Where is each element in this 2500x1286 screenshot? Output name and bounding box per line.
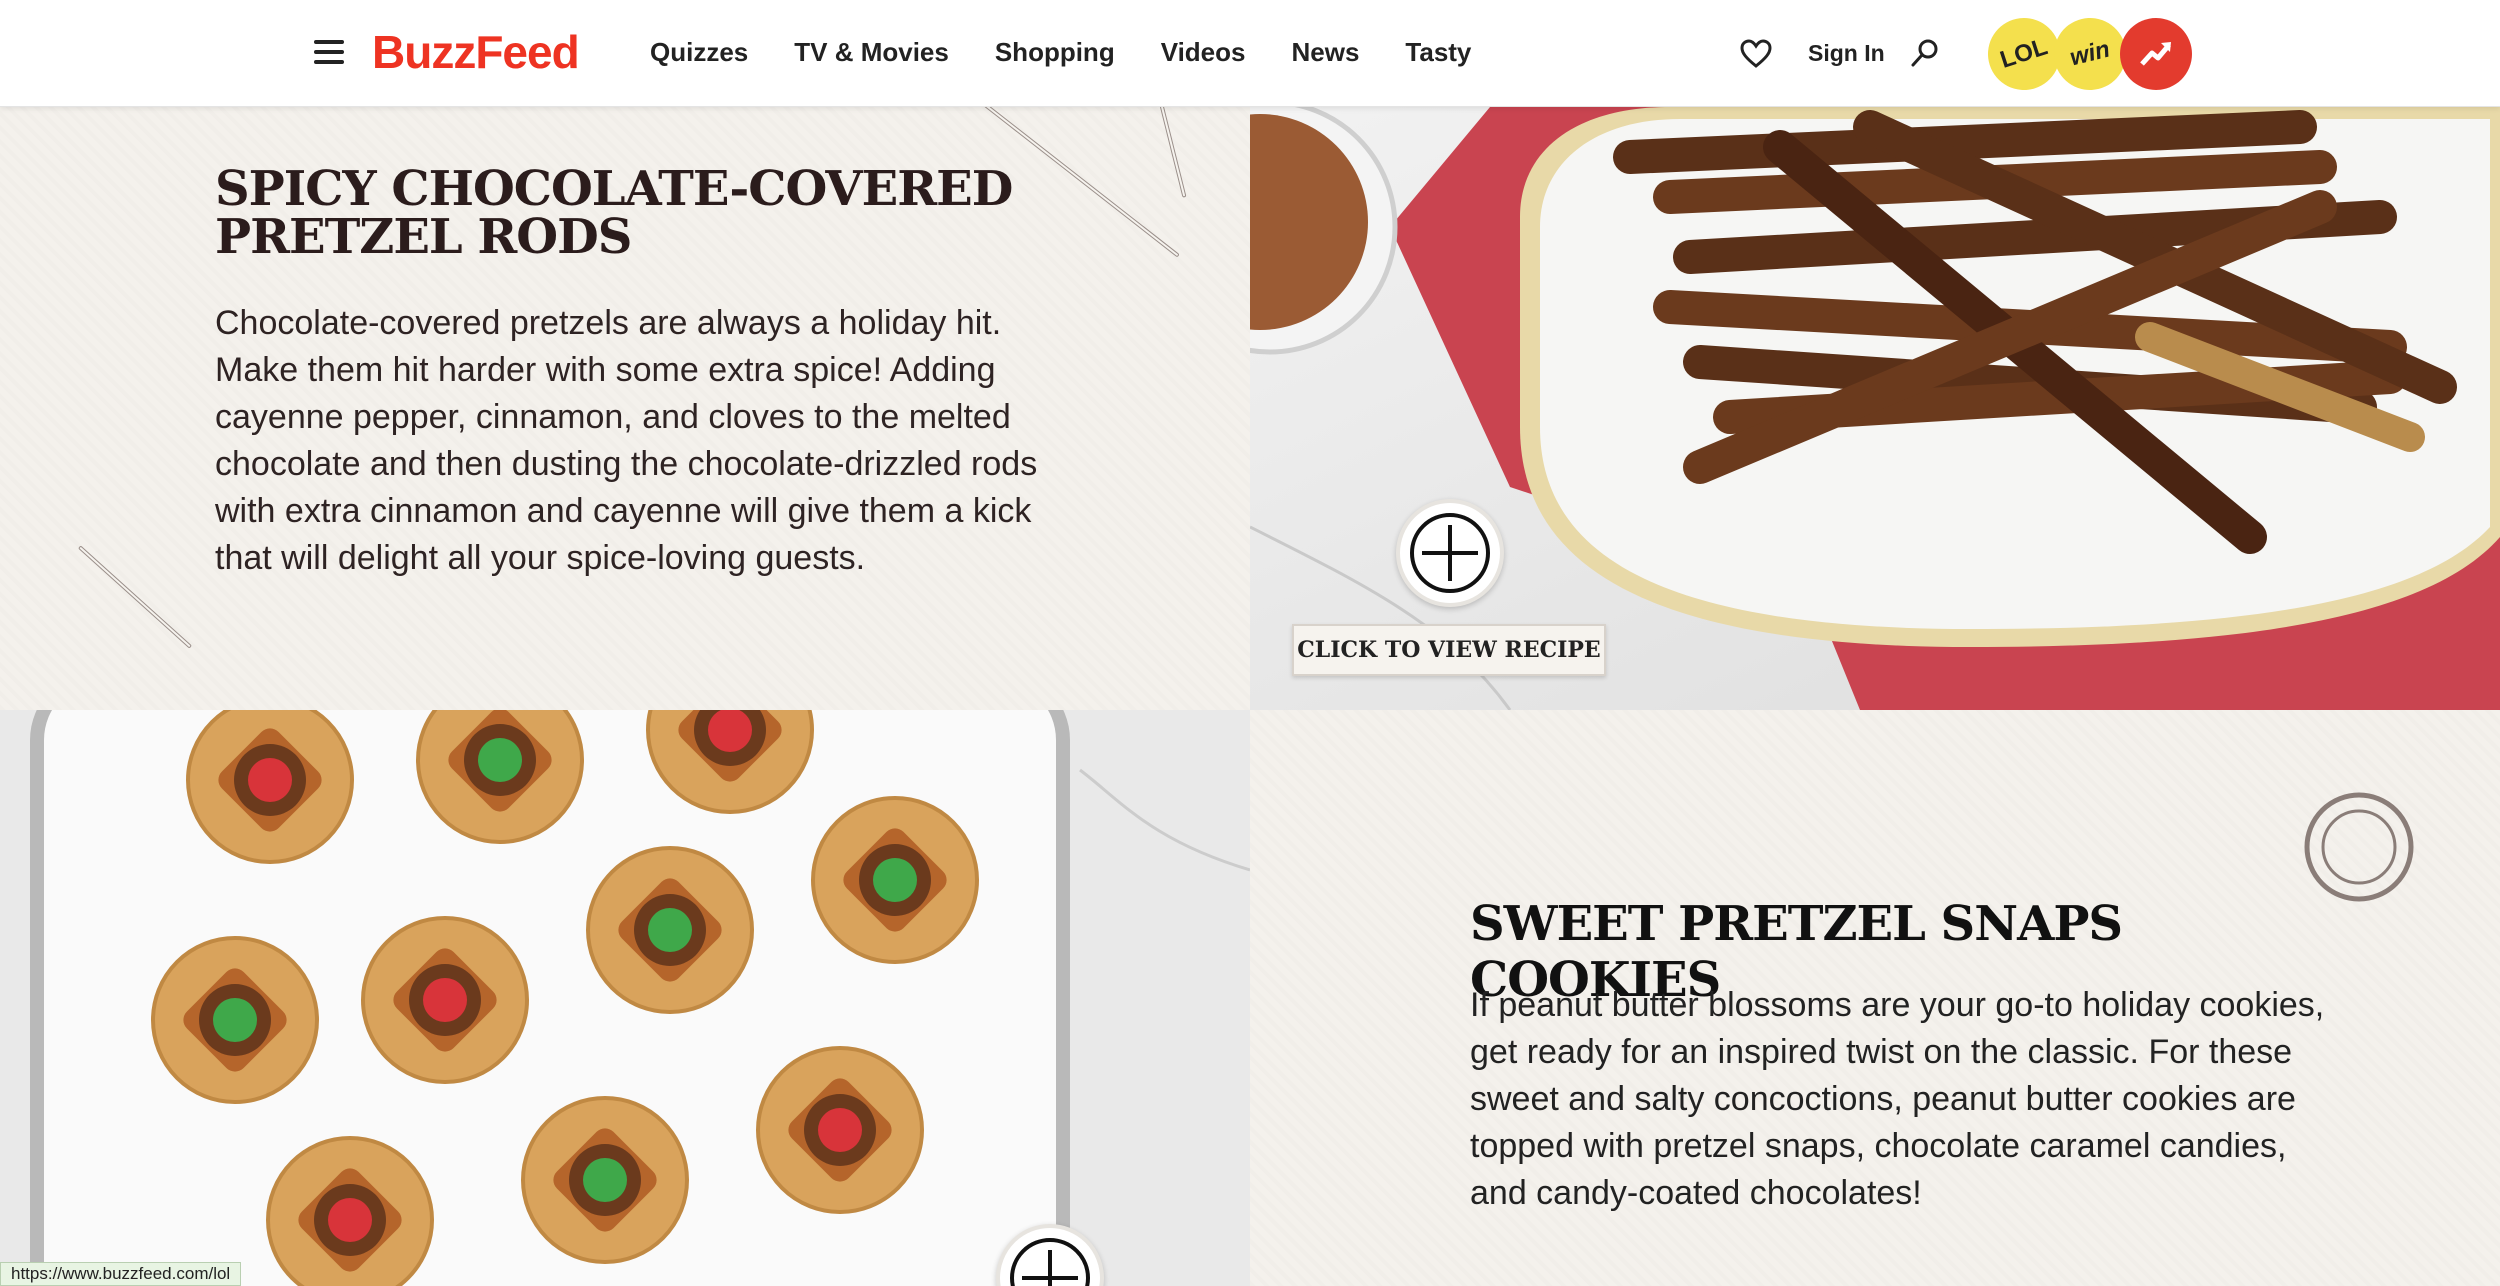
pretzel-rod-doodle	[1153, 107, 1187, 198]
top-nav: BuzzFeed Quizzes TV & Movies Shopping Vi…	[0, 0, 2500, 107]
pretzel-rod-doodle	[77, 545, 193, 649]
nav-link-videos[interactable]: Videos	[1161, 34, 1246, 74]
link-status-bar: https://www.buzzfeed.com/lol	[0, 1262, 242, 1286]
recipe-description: If peanut butter blossoms are your go-to…	[1470, 986, 2325, 1212]
recipe-description: Chocolate-covered pretzels are always a …	[215, 304, 1038, 577]
pretzel-ring-doodle	[2304, 792, 2414, 902]
expand-plus-button[interactable]	[1396, 499, 1504, 607]
recipe-2-text-panel: SWEET PRETZEL SNAPS COOKIES If peanut bu…	[1250, 710, 2500, 1286]
cookie	[586, 846, 754, 1014]
trending-icon[interactable]	[2120, 18, 2192, 90]
nav-link-quizzes[interactable]: Quizzes	[650, 34, 748, 74]
cookie	[521, 1096, 689, 1264]
cookie	[186, 710, 354, 864]
cookie	[151, 936, 319, 1104]
cookie	[266, 1136, 434, 1286]
nav-link-tasty[interactable]: Tasty	[1405, 34, 1471, 74]
recipe-1-text-panel: SPICY CHOCOLATE-COVERED PRETZEL RODS Cho…	[0, 107, 1250, 710]
expand-plus-button[interactable]	[996, 1224, 1104, 1286]
sign-in-link[interactable]: Sign In	[1808, 36, 1885, 70]
recipe-title: SPICY CHOCOLATE-COVERED PRETZEL RODS	[215, 161, 1013, 265]
heart-icon[interactable]	[1740, 38, 1772, 70]
nav-link-news[interactable]: News	[1291, 34, 1359, 74]
cookie	[361, 916, 529, 1084]
search-icon[interactable]	[1910, 38, 1940, 68]
nav-links: Quizzes TV & Movies Shopping Videos News…	[650, 34, 1471, 74]
cookie	[756, 1046, 924, 1214]
hamburger-menu-icon[interactable]	[314, 40, 344, 64]
recipe-2-photo[interactable]	[0, 710, 1250, 1286]
pretzel-rods-photo	[1250, 107, 2500, 710]
buzzfeed-logo[interactable]: BuzzFeed	[372, 22, 580, 82]
nav-link-tv-movies[interactable]: TV & Movies	[794, 34, 949, 74]
cookie	[811, 796, 979, 964]
view-recipe-button[interactable]: CLICK TO VIEW RECIPE	[1292, 624, 1606, 676]
nav-link-shopping[interactable]: Shopping	[995, 34, 1115, 74]
recipe-1-photo[interactable]: CLICK TO VIEW RECIPE	[1250, 107, 2500, 710]
pretzel-snaps-cookies-photo	[0, 710, 1250, 1286]
